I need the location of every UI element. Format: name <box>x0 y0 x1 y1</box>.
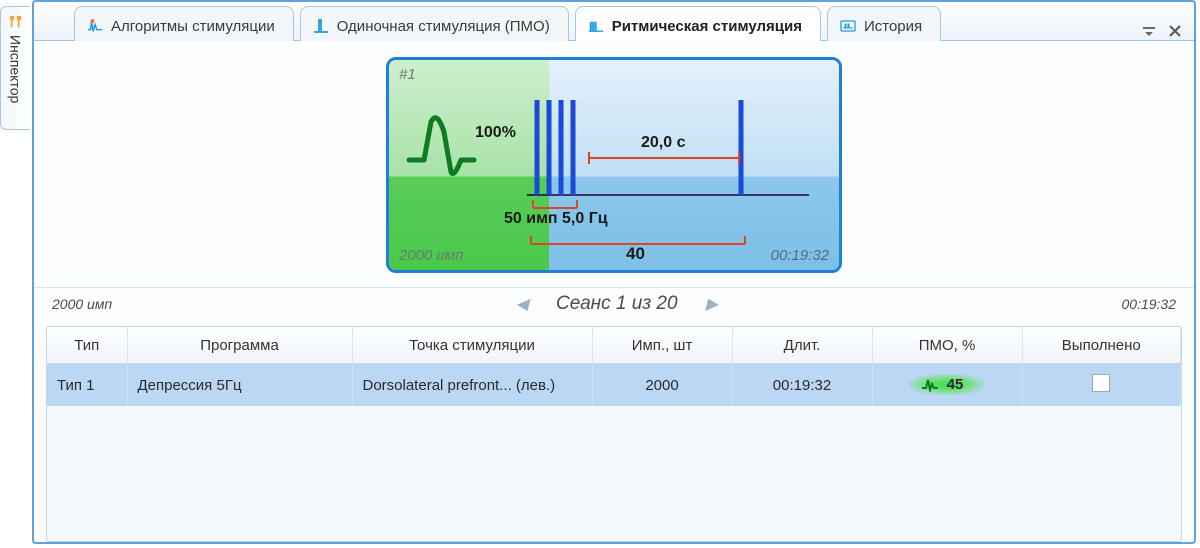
session-total-pulses: 2000 имп <box>52 296 112 312</box>
session-label: Сеанс 1 из 20 <box>556 293 678 315</box>
col-pmo[interactable]: ПМО, % <box>872 327 1022 364</box>
tab-label: Алгоритмы стимуляции <box>111 18 275 35</box>
cell-program: Депрессия 5Гц <box>127 364 352 407</box>
col-pulses[interactable]: Имп., шт <box>592 327 732 364</box>
diagram-trains: 40 <box>626 244 645 264</box>
cell-done <box>1022 364 1181 407</box>
session-bar: 2000 имп ◀ Сеанс 1 из 20 ▶ 00:19:32 <box>34 287 1194 320</box>
tab-rhythmic-stim[interactable]: Ритмическая стимуляция <box>575 6 821 41</box>
tab-algorithms[interactable]: Алгоритмы стимуляции <box>74 6 294 41</box>
diagram-total-pulses: 2000 имп <box>399 247 463 264</box>
col-done[interactable]: Выполнено <box>1022 327 1181 364</box>
table-header-row: Тип Программа Точка стимуляции Имп., шт … <box>47 327 1181 364</box>
inspector-label: Инспектор <box>8 35 24 103</box>
session-next-button[interactable]: ▶ <box>706 294 718 314</box>
tab-label: История <box>864 18 922 35</box>
tab-label: Ритмическая стимуляция <box>612 18 802 35</box>
diagram-id-label: #1 <box>399 66 416 83</box>
table-row[interactable]: Тип 1 Депрессия 5Гц Dorsolateral prefron… <box>47 364 1181 407</box>
history-icon <box>840 18 856 34</box>
sessions-table: Тип Программа Точка стимуляции Имп., шт … <box>46 326 1182 542</box>
stimulation-diagram: #1 100% 20,0 с 50 имп 5,0 Гц 2000 имп 40… <box>386 57 842 273</box>
inspector-tab[interactable]: Инспектор <box>0 6 30 130</box>
diagram-interval: 20,0 с <box>641 134 685 152</box>
cell-type: Тип 1 <box>47 364 127 407</box>
cell-pulses: 2000 <box>592 364 732 407</box>
cell-duration: 00:19:32 <box>732 364 872 407</box>
session-duration: 00:19:32 <box>1122 296 1177 312</box>
cell-point: Dorsolateral prefront... (лев.) <box>352 364 592 407</box>
main-panel: Алгоритмы стимуляции Одиночная стимуляци… <box>32 0 1196 544</box>
col-point[interactable]: Точка стимуляции <box>352 327 592 364</box>
col-program[interactable]: Программа <box>127 327 352 364</box>
waveform-icon <box>87 18 103 34</box>
pulse-train-icon <box>588 18 604 34</box>
pmo-chip: 45 <box>909 374 986 395</box>
tab-bar: Алгоритмы стимуляции Одиночная стимуляци… <box>34 2 1194 41</box>
session-prev-button[interactable]: ◀ <box>516 294 528 314</box>
col-duration[interactable]: Длит. <box>732 327 872 364</box>
cell-pmo: 45 <box>872 364 1022 407</box>
close-icon[interactable] <box>1166 22 1184 40</box>
pulse-single-icon <box>313 18 329 34</box>
diagram-pulses-freq: 50 имп 5,0 Гц <box>504 210 608 228</box>
done-checkbox[interactable] <box>1092 374 1110 392</box>
diagram-zone: #1 100% 20,0 с 50 имп 5,0 Гц 2000 имп 40… <box>34 41 1194 287</box>
col-type[interactable]: Тип <box>47 327 127 364</box>
menu-dropdown-icon[interactable] <box>1140 22 1158 40</box>
tab-history[interactable]: История <box>827 6 941 41</box>
diagram-amplitude: 100% <box>475 124 516 142</box>
pmo-value: 45 <box>947 376 964 393</box>
inspector-icon <box>9 15 23 29</box>
pulse-icon <box>921 378 939 392</box>
diagram-total-time: 00:19:32 <box>771 247 829 264</box>
tab-single-stim[interactable]: Одиночная стимуляция (ПМО) <box>300 6 569 41</box>
tab-label: Одиночная стимуляция (ПМО) <box>337 18 550 35</box>
